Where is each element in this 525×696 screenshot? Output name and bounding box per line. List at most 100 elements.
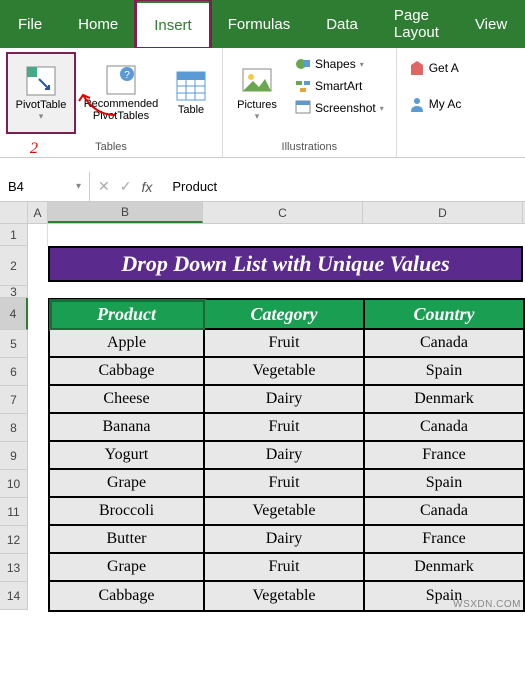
col-header-a[interactable]: A <box>28 202 48 223</box>
recommended-pivot-button[interactable]: ? Recommended PivotTables <box>80 52 162 134</box>
row-header[interactable]: 10 <box>0 470 28 498</box>
tab-bar: File Home Insert Formulas Data Page Layo… <box>0 0 525 48</box>
col-header-c[interactable]: C <box>203 202 363 223</box>
screenshot-icon <box>295 100 311 116</box>
user-icon <box>409 96 425 112</box>
table-cell[interactable]: Canada <box>365 414 523 442</box>
col-header-d[interactable]: D <box>363 202 523 223</box>
tab-home[interactable]: Home <box>60 0 136 48</box>
tables-group-label: Tables <box>95 139 127 155</box>
get-addins-button[interactable]: Get A <box>405 58 466 78</box>
table-cell[interactable]: Fruit <box>205 470 365 498</box>
tab-file[interactable]: File <box>0 0 60 48</box>
table-cell[interactable]: Canada <box>365 498 523 526</box>
table-cell[interactable]: Banana <box>50 414 205 442</box>
row-header[interactable]: 13 <box>0 554 28 582</box>
table-row: AppleFruitCanada <box>50 330 523 358</box>
table-row: ButterDairyFrance <box>50 526 523 554</box>
column-headers: A B C D <box>0 202 525 224</box>
table-cell[interactable]: Spain <box>365 358 523 386</box>
accept-formula-icon[interactable]: ✓ <box>120 178 132 195</box>
ribbon: PivotTable ▾ ? Recommended PivotTables T… <box>0 48 525 158</box>
table-cell[interactable]: Butter <box>50 526 205 554</box>
smartart-button[interactable]: SmartArt <box>291 76 388 96</box>
select-all-corner[interactable] <box>0 202 28 223</box>
row-header[interactable]: 1 <box>0 224 28 246</box>
ribbon-group-illustrations: Pictures ▾ Shapes▾ SmartArt Screenshot▾ … <box>223 48 397 157</box>
shapes-icon <box>295 56 311 72</box>
tab-formulas[interactable]: Formulas <box>210 0 309 48</box>
table-cell[interactable]: Vegetable <box>205 358 365 386</box>
screenshot-button[interactable]: Screenshot▾ <box>291 98 388 118</box>
row-header[interactable]: 11 <box>0 498 28 526</box>
row-header[interactable]: 4 <box>0 298 28 330</box>
row-header[interactable]: 8 <box>0 414 28 442</box>
row-header[interactable]: 12 <box>0 526 28 554</box>
table-row: BananaFruitCanada <box>50 414 523 442</box>
table-cell[interactable]: Fruit <box>205 554 365 582</box>
fx-icon[interactable]: fx <box>141 179 152 195</box>
row-header[interactable]: 6 <box>0 358 28 386</box>
table-cell[interactable]: Cabbage <box>50 582 205 610</box>
row-headers: 1 2 3 4 5 6 7 8 9 10 11 12 13 14 <box>0 224 28 612</box>
table-cell[interactable]: Fruit <box>205 414 365 442</box>
table-header-country[interactable]: Country <box>365 300 523 330</box>
watermark: wsxdn.com <box>453 599 521 610</box>
table-row: YogurtDairyFrance <box>50 442 523 470</box>
table-header-product[interactable]: Product <box>50 300 205 330</box>
table-cell[interactable]: Broccoli <box>50 498 205 526</box>
table-cell[interactable]: France <box>365 526 523 554</box>
formula-controls: ✕ ✓ fx <box>90 178 160 195</box>
row-header[interactable]: 14 <box>0 582 28 610</box>
table-cell[interactable]: Grape <box>50 554 205 582</box>
table-cell[interactable]: Spain <box>365 470 523 498</box>
spreadsheet-grid[interactable]: A B C D 1 2 3 4 5 6 7 8 9 10 11 12 13 14… <box>0 202 525 612</box>
tab-data[interactable]: Data <box>308 0 376 48</box>
table-cell[interactable]: Canada <box>365 330 523 358</box>
ribbon-group-tables: PivotTable ▾ ? Recommended PivotTables T… <box>0 48 223 157</box>
table-cell[interactable]: Dairy <box>205 442 365 470</box>
name-box-dropdown-icon[interactable]: ▾ <box>76 181 81 192</box>
row-header[interactable]: 9 <box>0 442 28 470</box>
row-header[interactable]: 7 <box>0 386 28 414</box>
row-header[interactable]: 2 <box>0 246 28 286</box>
tab-view[interactable]: View <box>457 0 525 48</box>
shapes-button[interactable]: Shapes▾ <box>291 54 388 74</box>
pivot-table-icon <box>25 65 57 97</box>
data-table: Product Category Country AppleFruitCanad… <box>48 298 525 612</box>
table-row: CabbageVegetableSpain <box>50 582 523 610</box>
table-cell[interactable]: Dairy <box>205 526 365 554</box>
table-cell[interactable]: Cabbage <box>50 358 205 386</box>
formula-bar[interactable]: Product <box>160 172 525 201</box>
my-addins-button[interactable]: My Ac <box>405 94 466 114</box>
table-cell[interactable]: Vegetable <box>205 498 365 526</box>
pictures-button[interactable]: Pictures ▾ <box>229 52 285 134</box>
table-cell[interactable]: Denmark <box>365 554 523 582</box>
tab-insert[interactable]: Insert <box>136 0 210 48</box>
table-cell[interactable]: Denmark <box>365 386 523 414</box>
tab-page-layout[interactable]: Page Layout <box>376 0 457 48</box>
table-cell[interactable]: Fruit <box>205 330 365 358</box>
table-icon <box>175 70 207 102</box>
col-header-b[interactable]: B <box>48 202 203 223</box>
illustrations-group-label: Illustrations <box>282 139 338 155</box>
table-row: BroccoliVegetableCanada <box>50 498 523 526</box>
recommended-pivot-icon: ? <box>105 64 137 96</box>
table-cell[interactable]: France <box>365 442 523 470</box>
table-cell[interactable]: Dairy <box>205 386 365 414</box>
table-cell[interactable]: Grape <box>50 470 205 498</box>
smartart-icon <box>295 78 311 94</box>
cancel-formula-icon[interactable]: ✕ <box>98 178 110 195</box>
table-cell[interactable]: Yogurt <box>50 442 205 470</box>
name-box[interactable]: B4 ▾ <box>0 172 90 201</box>
pivot-table-button[interactable]: PivotTable ▾ <box>6 52 76 134</box>
table-cell[interactable]: Cheese <box>50 386 205 414</box>
table-cell[interactable]: Apple <box>50 330 205 358</box>
table-cell[interactable]: Vegetable <box>205 582 365 610</box>
table-header-category[interactable]: Category <box>205 300 365 330</box>
row-header[interactable]: 5 <box>0 330 28 358</box>
table-row: GrapeFruitDenmark <box>50 554 523 582</box>
sheet-title[interactable]: Drop Down List with Unique Values <box>48 246 523 282</box>
row-header[interactable]: 3 <box>0 286 28 298</box>
table-button[interactable]: Table <box>166 52 216 134</box>
